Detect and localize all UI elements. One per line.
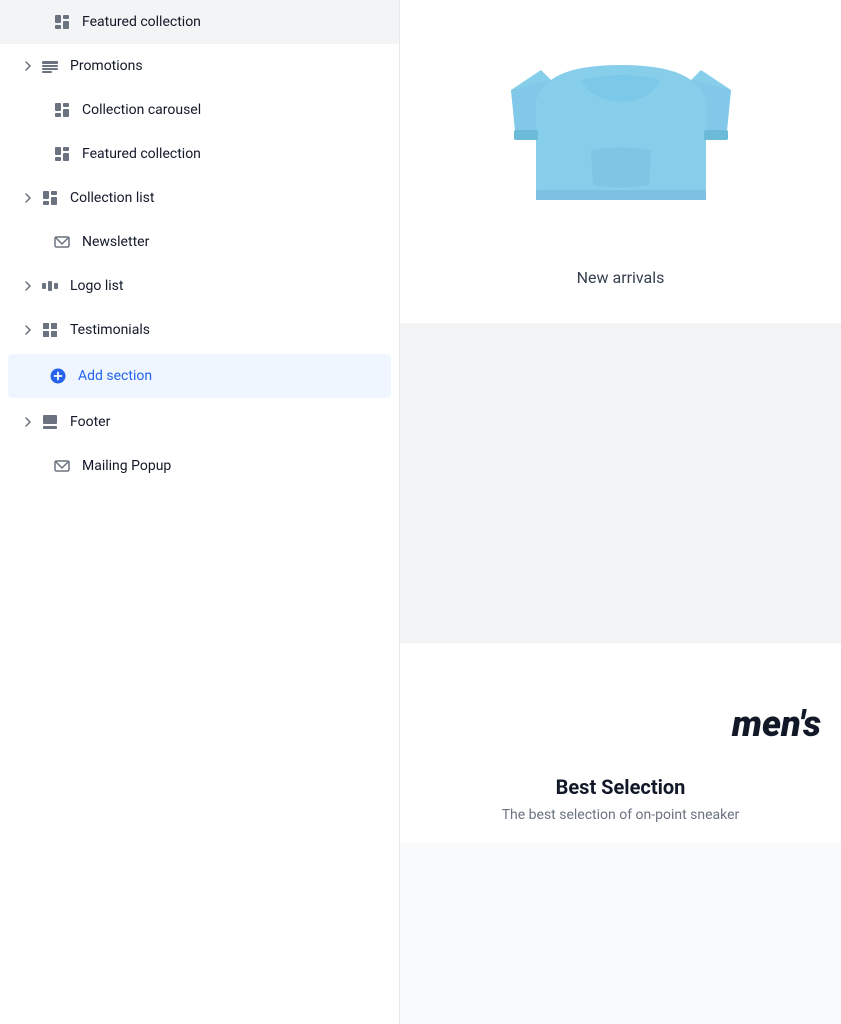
best-selection-desc: The best selection of on-point sneaker: [420, 807, 821, 823]
best-selection-section: Best Selection The best selection of on-…: [400, 755, 841, 843]
gray-section: [400, 323, 841, 643]
sidebar-item-mailing-popup[interactable]: Mailing Popup: [0, 444, 399, 488]
sidebar-item-label: Featured collection: [82, 14, 383, 30]
chevron-right-icon: [20, 414, 36, 430]
sidebar-item-label: Logo list: [70, 278, 383, 294]
sidebar-item-footer[interactable]: Footer: [0, 400, 399, 444]
sidebar-item-logo-list[interactable]: Logo list: [0, 264, 399, 308]
sidebar-item-collection-carousel[interactable]: Collection carousel: [0, 88, 399, 132]
sidebar-item-promotions[interactable]: Promotions: [0, 44, 399, 88]
sidebar-item-featured-collection-1[interactable]: Featured collection: [0, 0, 399, 44]
sweatshirt-image: [461, 20, 781, 240]
chevron-right-icon: [20, 278, 36, 294]
promotions-icon: [40, 56, 60, 76]
layout-icon: [52, 12, 72, 32]
sidebar-item-label: Promotions: [70, 58, 383, 74]
layout-icon: [52, 144, 72, 164]
sidebar-item-label: Featured collection: [82, 146, 383, 162]
logo-icon: [40, 276, 60, 296]
sidebar-item-label: Newsletter: [82, 234, 383, 250]
sidebar-item-label: Testimonials: [70, 322, 383, 338]
grid-icon: [40, 320, 60, 340]
product-preview-section: New arrivals: [400, 0, 841, 323]
new-arrivals-label: New arrivals: [400, 260, 841, 303]
chevron-right-icon: [20, 190, 36, 206]
sidebar-item-collection-list[interactable]: Collection list: [0, 176, 399, 220]
sidebar: Featured collection Promotions Coll: [0, 0, 400, 1024]
chevron-right-icon: [20, 322, 36, 338]
sidebar-item-label: Add section: [78, 368, 375, 384]
sidebar-item-label: Collection list: [70, 190, 383, 206]
product-image-container: [400, 0, 841, 260]
layout-icon: [52, 100, 72, 120]
chevron-right-icon: [20, 58, 36, 74]
mail-icon: [52, 232, 72, 252]
layout-icon: [40, 188, 60, 208]
sidebar-item-label: Footer: [70, 414, 383, 430]
mail-icon: [52, 456, 72, 476]
preview-panel: New arrivals men's Best Selection The be…: [400, 0, 841, 1024]
sidebar-item-add-section[interactable]: Add section: [8, 354, 391, 398]
sidebar-item-featured-collection-2[interactable]: Featured collection: [0, 132, 399, 176]
sidebar-item-testimonials[interactable]: Testimonials: [0, 308, 399, 352]
footer-icon: [40, 412, 60, 432]
mens-title: men's: [732, 703, 821, 745]
mens-section: men's: [400, 643, 841, 755]
sidebar-item-label: Collection carousel: [82, 102, 383, 118]
plus-circle-icon: [48, 366, 68, 386]
sidebar-item-newsletter[interactable]: Newsletter: [0, 220, 399, 264]
best-selection-title: Best Selection: [420, 775, 821, 799]
sidebar-item-label: Mailing Popup: [82, 458, 383, 474]
